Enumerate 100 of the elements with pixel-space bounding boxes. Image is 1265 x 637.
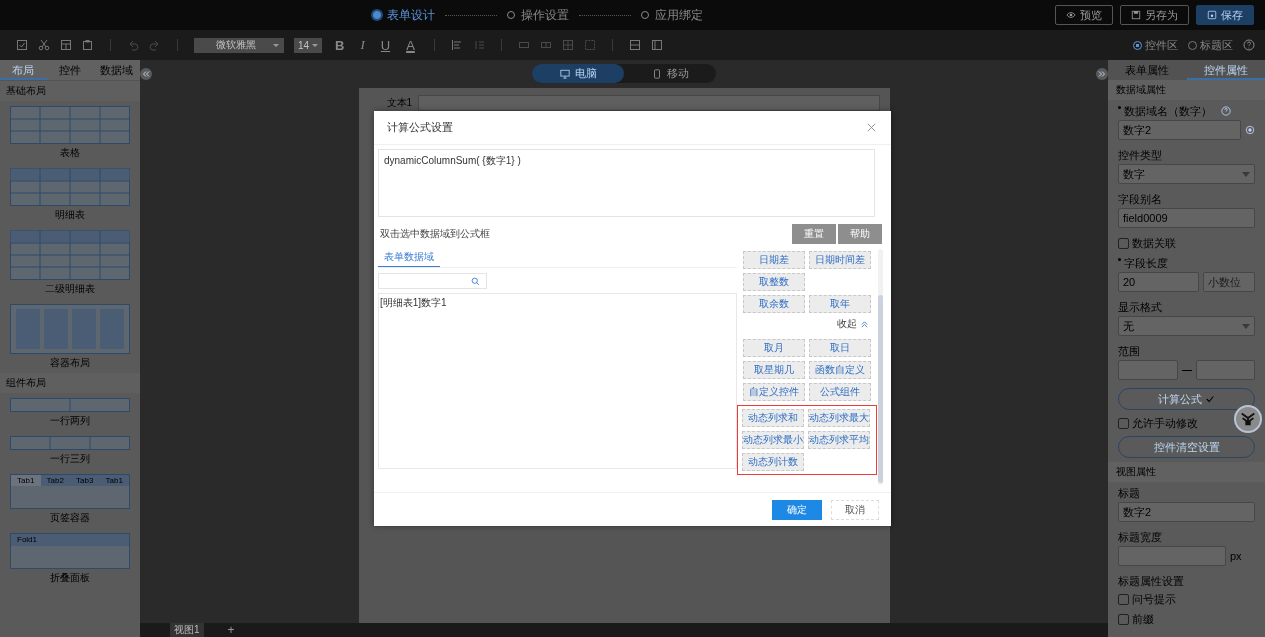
- redo-icon[interactable]: [149, 39, 161, 51]
- preview-button[interactable]: 预览: [1055, 5, 1113, 25]
- save-button[interactable]: 保存: [1196, 5, 1254, 25]
- format-button[interactable]: U: [377, 37, 394, 53]
- function-button[interactable]: 取星期几: [743, 361, 805, 379]
- checkbox[interactable]: 数据关联: [1108, 234, 1265, 252]
- checkbox-tool-icon[interactable]: [16, 39, 28, 51]
- length-field[interactable]: 20: [1118, 272, 1199, 292]
- confirm-button[interactable]: 确定: [772, 499, 822, 520]
- mini-tab: Tab2: [40, 475, 70, 486]
- format-button[interactable]: A: [403, 37, 418, 53]
- range-max-field[interactable]: [1195, 360, 1255, 380]
- eye-icon: [1066, 10, 1076, 20]
- function-button[interactable]: 函数自定义: [809, 361, 871, 379]
- select-field[interactable]: 数字: [1118, 164, 1255, 184]
- function-button[interactable]: 动态列求最大: [808, 409, 870, 427]
- nested-detail-table-drawing[interactable]: [10, 230, 130, 280]
- text-field[interactable]: 数字2: [1118, 120, 1241, 140]
- source-tab[interactable]: 表单数据域: [378, 249, 440, 267]
- font-select[interactable]: 微软雅黑: [194, 37, 284, 53]
- range-min-field[interactable]: [1118, 360, 1178, 380]
- function-button[interactable]: 取年: [809, 295, 871, 313]
- function-button[interactable]: 动态列求平均: [808, 431, 870, 449]
- merge-icon[interactable]: [517, 39, 530, 51]
- function-button[interactable]: 动态列计数: [742, 453, 804, 471]
- field-label: 文本1: [386, 96, 413, 110]
- expand-right-icon[interactable]: [1096, 68, 1108, 80]
- save-as-button[interactable]: 另存为: [1120, 5, 1189, 25]
- field-label: 标题: [1118, 485, 1140, 501]
- dialog-action-button[interactable]: 帮助: [838, 224, 882, 244]
- two-column-drawing[interactable]: [10, 398, 130, 412]
- section-header: 视图属性: [1108, 462, 1265, 482]
- function-button[interactable]: 取月: [743, 339, 805, 357]
- tab-container-drawing[interactable]: Tab1 Tab2 Tab3 Tab1: [10, 474, 130, 509]
- zone-radio[interactable]: 标题区: [1188, 37, 1233, 53]
- function-button[interactable]: 取整数: [743, 273, 805, 291]
- target-icon[interactable]: [1245, 125, 1255, 135]
- close-icon[interactable]: [866, 122, 877, 133]
- step-tab[interactable]: 应用绑定: [655, 6, 703, 24]
- function-button[interactable]: 动态列求最小: [742, 431, 804, 449]
- row-layout-icon[interactable]: [628, 39, 641, 51]
- detail-table-drawing[interactable]: [10, 168, 130, 206]
- cancel-button[interactable]: 取消: [831, 499, 879, 520]
- table-layout-drawing[interactable]: [10, 106, 130, 144]
- add-view-button[interactable]: +: [227, 623, 235, 637]
- step-tab[interactable]: 操作设置: [521, 6, 569, 24]
- view-tab[interactable]: 视图1: [170, 623, 204, 637]
- fold-panel-drawing[interactable]: Fold1: [10, 533, 130, 569]
- function-button[interactable]: 自定义控件: [743, 383, 805, 401]
- function-button[interactable]: 公式组件: [809, 383, 871, 401]
- select-field[interactable]: 无: [1118, 316, 1255, 336]
- panel-tab[interactable]: 布局: [0, 60, 47, 80]
- three-column-drawing[interactable]: [10, 436, 130, 450]
- decimal-field[interactable]: 小数位: [1203, 272, 1255, 292]
- split-icon[interactable]: [539, 39, 552, 51]
- font-size-select[interactable]: 14: [294, 37, 322, 53]
- function-button[interactable]: 日期时间差: [809, 251, 871, 269]
- checkbox[interactable]: 问号提示: [1108, 590, 1265, 608]
- panel-tab[interactable]: 数据域: [93, 60, 140, 80]
- paste-icon[interactable]: [82, 39, 94, 51]
- panel-tab[interactable]: 控件: [46, 60, 94, 80]
- device-tab[interactable]: 电脑: [532, 64, 624, 83]
- frame-icon[interactable]: [650, 39, 663, 51]
- cut-icon[interactable]: [38, 39, 50, 51]
- field-list-item[interactable]: [明细表1]数字1: [379, 294, 736, 312]
- section-header: 组件布局: [0, 373, 140, 393]
- function-button[interactable]: 取日: [809, 339, 871, 357]
- panel-tab[interactable]: 表单属性: [1108, 60, 1187, 80]
- text-field[interactable]: 数字2: [1118, 502, 1255, 522]
- dialog-action-button[interactable]: 重置: [792, 224, 836, 244]
- zone-radio[interactable]: 控件区: [1133, 37, 1178, 53]
- undo-icon[interactable]: [127, 39, 139, 51]
- checkbox[interactable]: 前缀: [1108, 610, 1265, 628]
- width-field[interactable]: [1118, 546, 1226, 566]
- required-mark-icon: [1118, 106, 1121, 109]
- scrollbar[interactable]: [878, 249, 883, 485]
- format-button[interactable]: B: [332, 37, 348, 53]
- step-tab[interactable]: 表单设计: [387, 6, 435, 24]
- save-icon: [1207, 10, 1217, 20]
- format-button[interactable]: I: [357, 37, 368, 53]
- collapse-link[interactable]: 收起: [837, 317, 869, 331]
- align-icon[interactable]: [450, 39, 463, 51]
- function-button[interactable]: 日期差: [743, 251, 805, 269]
- grid-icon[interactable]: [561, 39, 574, 51]
- search-field[interactable]: [378, 273, 487, 289]
- function-button[interactable]: 动态列求和: [742, 409, 804, 427]
- table-tool-icon[interactable]: [60, 39, 72, 51]
- collapse-left-icon[interactable]: [140, 68, 152, 80]
- container-layout-drawing[interactable]: [10, 304, 130, 354]
- text-field[interactable]: [418, 95, 881, 111]
- formula-field[interactable]: dynamicColumnSum( {数字1} ): [378, 149, 875, 217]
- border-icon[interactable]: [583, 39, 596, 51]
- device-tab[interactable]: 移动: [624, 64, 716, 83]
- help-icon[interactable]: [1243, 39, 1255, 51]
- text-field[interactable]: field0009: [1118, 208, 1255, 228]
- function-button[interactable]: 取余数: [743, 295, 805, 313]
- field-label: 字段别名: [1118, 191, 1162, 207]
- panel-tab[interactable]: 控件属性: [1186, 60, 1265, 80]
- checkbox[interactable]: 允许手动修改: [1108, 414, 1265, 432]
- field-label: 标题属性设置: [1118, 573, 1184, 589]
